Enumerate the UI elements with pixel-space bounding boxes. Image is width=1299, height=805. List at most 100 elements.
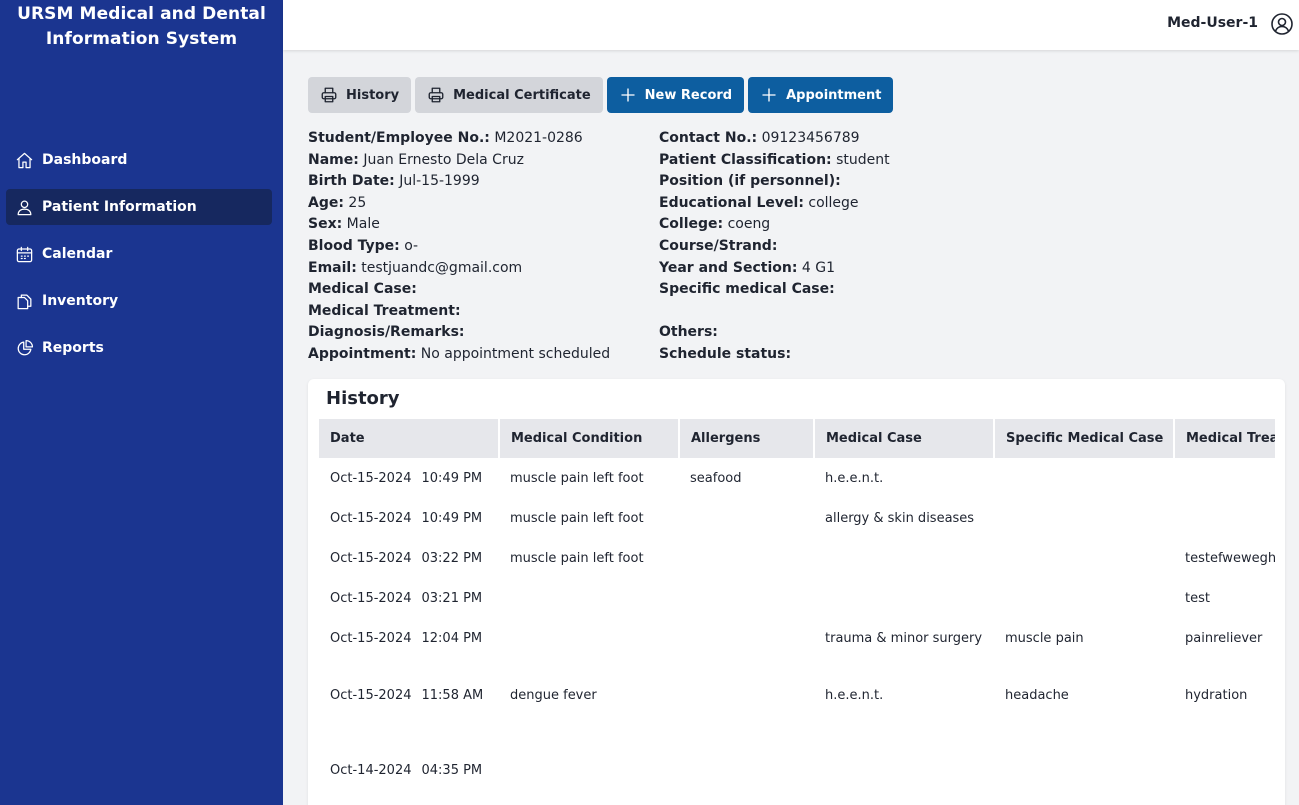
row-time: 03:21 PM [421,590,483,606]
info-key: Specific medical Case: [659,281,835,298]
cell-date: Oct-15-2024 11:58 AM [319,658,499,733]
info-row: Year and Section: 4 G1 [659,258,890,280]
info-key: Contact No.: [659,130,758,146]
info-row: Course/Strand: [659,236,890,258]
print-history-button[interactable]: History [308,77,412,113]
cell-case: h.e.e.n.t. [825,688,884,703]
column-header[interactable]: Specific Medical Case [994,419,1175,458]
cell-case [814,578,994,618]
sidebar-item-label: Patient Information [42,199,197,215]
printer-icon [320,86,338,104]
info-row: Birth Date: Jul-15-1999 [308,171,610,193]
row-date: Oct-14-2024 [330,763,412,778]
cell-date: Oct-15-2024 10:49 PM [319,498,499,538]
table-row[interactable]: Oct-15-2024 10:49 PM muscle pain left foo… [319,498,1275,538]
row-time: 04:35 PM [421,763,483,778]
cell-allergens: seafood [690,470,742,486]
column-header[interactable]: Medical Treatment [1174,419,1275,458]
cell-condition [499,618,679,658]
cell-specific [994,578,1174,618]
cell-condition [499,578,679,618]
info-row: College: coeng [659,214,890,236]
cell-date: Oct-15-2024 03:21 PM [319,578,499,618]
info-key: Patient Classification: [659,151,832,168]
info-row [659,301,890,323]
cell-specific: headache [1005,688,1069,703]
cell-treatment: testefwewegh [1185,550,1275,566]
cell-treatment: hydration [1185,688,1248,703]
info-value: Male [346,216,380,233]
cell-allergens [679,733,814,805]
info-row: Age: 25 [308,193,610,215]
info-key: Email: [308,259,357,276]
info-value: Jul-15-1999 [399,173,480,190]
info-key: Appointment: [308,345,417,362]
info-value: 25 [348,194,367,211]
account-circle-icon[interactable] [1270,12,1294,36]
row-date: Oct-15-2024 [330,550,412,566]
column-header[interactable]: Medical Case [814,419,995,458]
appointment-button[interactable]: Appointment [748,77,894,113]
cell-treatment: painreliever [1185,630,1263,646]
column-header[interactable]: Allergens [679,419,815,458]
info-key: Age: [308,194,344,211]
info-key: College: [659,216,724,233]
info-row: Sex: Male [308,214,610,236]
new-record-button[interactable]: New Record [606,77,745,113]
row-date: Oct-15-2024 [330,590,412,606]
sidebar-item-calendar[interactable]: Calendar [6,236,272,272]
table-row[interactable]: Oct-15-2024 03:22 PM muscle pain left foo… [319,538,1275,578]
table-row[interactable]: Oct-15-2024 03:21 PM test [319,578,1275,618]
cell-allergens [679,498,814,538]
cell-treatment [1174,458,1275,498]
cell-condition: muscle pain left foot [510,510,644,526]
info-value: 4 G1 [801,259,836,276]
cell-condition: dengue fever [510,688,597,703]
appointment-label: Appointment [786,87,882,103]
cell-case: h.e.e.n.t. [825,470,884,486]
row-date: Oct-15-2024 [330,510,412,526]
info-key: Name: [308,151,359,168]
info-value: o- [404,237,419,254]
info-key: Position (if personnel): [659,173,841,190]
info-value: M2021-0286 [494,130,583,146]
table-row[interactable]: Oct-15-2024 11:58 AM dengue fever h.e.e.n… [319,658,1275,733]
print-certificate-button[interactable]: Medical Certificate [415,77,603,113]
sidebar-item-label: Calendar [42,246,113,262]
history-card: History Date Medical Condition Allergens… [308,379,1285,805]
cell-treatment: test [1185,590,1210,606]
sidebar-item-patient-information[interactable]: Patient Information [6,189,272,225]
column-header[interactable]: Medical Condition [499,419,680,458]
new-record-label: New Record [644,87,733,103]
row-date: Oct-15-2024 [330,630,412,646]
column-header[interactable]: Date [319,419,500,458]
info-row: Blood Type: o- [308,236,610,258]
cell-condition [499,733,679,805]
table-header-row: Date Medical Condition Allergens Medical… [319,419,1275,458]
app-title: URSM Medical and Dental Information Syst… [17,4,266,49]
history-table-scroll[interactable]: Date Medical Condition Allergens Medical… [319,419,1275,805]
home-icon [14,150,34,170]
info-value: No appointment scheduled [420,345,611,362]
printer-icon [427,86,445,104]
cell-case: trauma & minor surgery [825,630,983,646]
info-row: Others: [659,322,890,344]
patient-info-left: Student/Employee No.: M2021-0286 Name: J… [308,128,610,366]
info-row: Student/Employee No.: M2021-0286 [308,128,610,150]
info-key: Others: [659,324,718,341]
sidebar-item-inventory[interactable]: Inventory [6,283,272,319]
sidebar-item-dashboard[interactable]: Dashboard [6,142,272,178]
plus-icon [619,86,637,104]
plus-icon [760,86,778,104]
row-time: 10:49 PM [421,470,483,486]
row-date: Oct-15-2024 [330,470,412,486]
info-row: Educational Level: college [659,193,890,215]
info-row: Schedule status: [659,344,890,366]
cell-specific [994,458,1174,498]
table-row[interactable]: Oct-15-2024 10:49 PM muscle pain left foo… [319,458,1275,498]
table-row[interactable]: Oct-15-2024 12:04 PM trauma & minor surge… [319,618,1275,658]
sidebar-item-reports[interactable]: Reports [6,330,272,366]
table-row[interactable]: Oct-14-2024 04:35 PM [319,733,1275,805]
info-value: coeng [727,216,771,233]
sidebar-item-label: Dashboard [42,152,128,168]
